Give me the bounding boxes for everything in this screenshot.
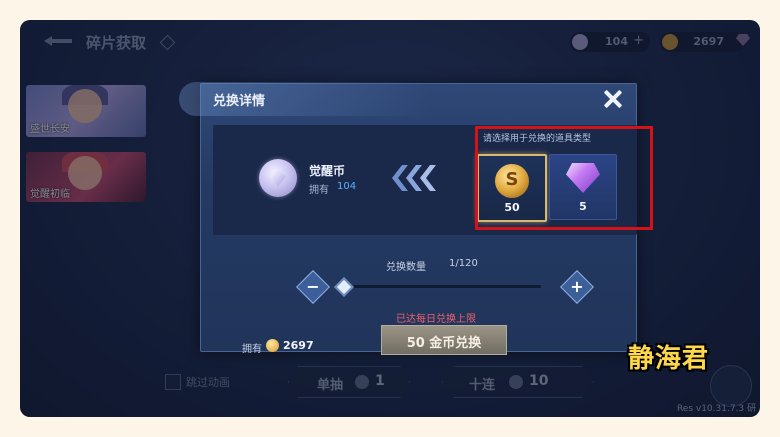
own-value: 104 [337, 181, 357, 192]
quantity-slider[interactable] [335, 285, 541, 288]
game-screen: 碎片获取 104 + 2697 盛世长安 觉醒初临 跳过动画 单抽 1 十连 1… [20, 20, 760, 417]
watermark-text: 静海君 [628, 344, 710, 374]
own-label: 拥有 [309, 185, 329, 196]
daily-limit-notice: 已达每日兑换上限 [396, 314, 476, 325]
increase-button[interactable]: + [560, 270, 594, 304]
quantity-value: 1/120 [449, 258, 478, 269]
decrease-button[interactable]: − [296, 270, 330, 304]
exchange-detail-dialog: 兑换详情 觉醒币 拥有 104 请选择用于兑换的道具类型 S 50 5 兑换数量… [179, 82, 653, 355]
red-annotation-box [475, 126, 653, 230]
triple-chevron-left-icon [392, 165, 436, 191]
target-item-name: 觉醒币 [309, 164, 346, 178]
own-gold-label: 拥有 [242, 344, 262, 355]
dialog-title: 兑换详情 [213, 94, 266, 109]
exchange-button[interactable]: 50 金币兑换 [381, 325, 507, 355]
own-gold-value: 2697 [283, 339, 314, 352]
close-icon[interactable] [602, 88, 624, 110]
slider-handle[interactable] [334, 277, 354, 297]
awaken-coin-icon [259, 159, 297, 197]
exchange-panel: 觉醒币 拥有 104 请选择用于兑换的道具类型 S 50 5 [213, 125, 653, 235]
gold-coin-icon [266, 339, 279, 352]
exchange-button-label: 50 金币兑换 [406, 336, 482, 351]
quantity-label: 兑换数量 [386, 262, 426, 273]
